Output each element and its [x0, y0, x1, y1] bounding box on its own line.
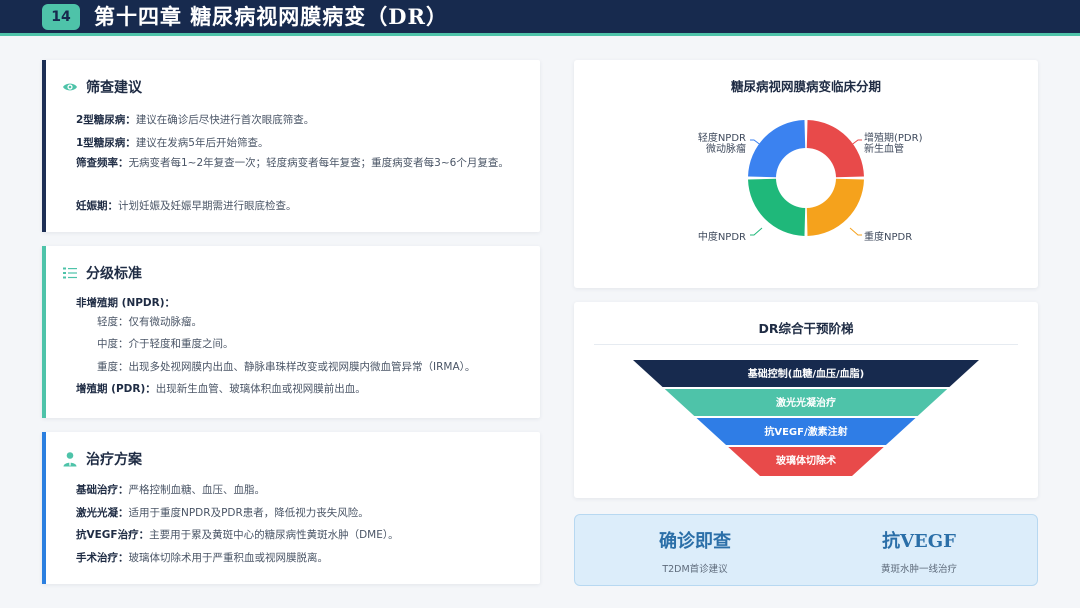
chapter-number-badge: 14 [42, 4, 80, 30]
funnel-level-antivegf-label: 抗VEGF/激素注射 [764, 425, 847, 438]
card-accent-bar [42, 60, 46, 232]
donut-label-mild: 轻度NPDR 微动脉瘤 [697, 133, 746, 155]
highlight-antivegf-value: 抗VEGF [882, 531, 956, 552]
treatment-card: 治疗方案 基础治疗：严格控制血糖、血压、血脂。 激光光凝：适用于重度NPDR及P… [42, 432, 540, 584]
donut-segment-moderate [748, 178, 806, 236]
page-title: 第十四章 糖尿病视网膜病变（DR） [94, 4, 448, 29]
leader-line-severe [849, 227, 862, 236]
screening-line-pregnancy: 妊娠期：计划妊娠及妊娠早期需进行眼底检查。 [76, 200, 297, 212]
donut-segment-pdr [806, 120, 864, 178]
highlight-box: 确诊即查 T2DM首诊建议 抗VEGF 黄斑水肿一线治疗 [574, 514, 1038, 586]
treatment-line-laser: 激光光凝：适用于重度NPDR及PDR患者，降低视力丧失风险。 [76, 507, 369, 519]
clinical-stage-panel: 糖尿病视网膜病变临床分期 增殖期(PDR) 新生血管 重度NPDR 中度NPDR … [574, 60, 1038, 288]
screening-card-header: 筛查建议 [62, 77, 142, 97]
card-accent-bar [42, 246, 46, 418]
treatment-line-antivegf: 抗VEGF治疗：主要用于累及黄斑中心的糖尿病性黄斑水肿（DME）。 [76, 529, 399, 541]
grading-npdr-severe: 重度：出现多处视网膜内出血、静脉串珠样改变或视网膜内微血管异常（IRMA）。 [97, 361, 476, 373]
funnel-level-laser-label: 激光光凝治疗 [776, 396, 836, 409]
donut-segment-mild [748, 120, 806, 178]
donut-label-pdr: 增殖期(PDR) 新生血管 [864, 133, 923, 155]
grading-pdr-line: 增殖期 (PDR)：出现新生血管、玻璃体积血或视网膜前出血。 [76, 383, 366, 395]
funnel-chart: 基础控制(血糖/血压/血脂) 激光光凝治疗抗VEGF/激素注射玻璃体切除术 [633, 360, 979, 476]
grading-npdr-moderate: 中度：介于轻度和重度之间。 [97, 338, 234, 350]
header-bar: 14 第十四章 糖尿病视网膜病变（DR） [0, 0, 1080, 36]
grading-card-header: 分级标准 [62, 263, 142, 283]
treatment-card-title: 治疗方案 [86, 452, 142, 468]
donut-chart [748, 120, 864, 236]
doctor-icon [62, 451, 78, 467]
funnel-level-basic-label: 基础控制(血糖/血压/血脂) [747, 367, 864, 380]
card-accent-bar [42, 432, 46, 584]
grading-card-title: 分级标准 [86, 266, 142, 282]
treatment-line-basic: 基础治疗：严格控制血糖、血压、血脂。 [76, 484, 265, 496]
highlight-antivegf: 抗VEGF 黄斑水肿一线治疗 [819, 527, 1019, 575]
grading-npdr-mild: 轻度：仅有微动脉瘤。 [97, 316, 202, 328]
leader-line-moderate [750, 227, 763, 236]
screening-card: 筛查建议 2型糖尿病：建议在确诊后尽快进行首次眼底筛查。 1型糖尿病：建议在发病… [42, 60, 540, 232]
donut-label-moderate: 中度NPDR [697, 232, 746, 243]
highlight-screening: 确诊即查 T2DM首诊建议 [595, 527, 795, 575]
donut-segment-severe [806, 178, 864, 236]
highlight-antivegf-caption: 黄斑水肿一线治疗 [880, 564, 957, 575]
grading-card: 分级标准 非增殖期 (NPDR)： 轻度：仅有微动脉瘤。 中度：介于轻度和重度之… [42, 246, 540, 418]
eye-icon [62, 79, 78, 95]
treatment-line-surgery: 手术治疗：玻璃体切除术用于严重积血或视网膜脱离。 [76, 552, 328, 564]
highlight-screening-value: 确诊即查 [659, 531, 731, 552]
highlight-screening-caption: T2DM首诊建议 [662, 564, 728, 575]
treatment-card-header: 治疗方案 [62, 449, 142, 469]
grading-npdr-label: 非增殖期 (NPDR)： [76, 297, 176, 309]
screening-card-title: 筛查建议 [86, 80, 142, 96]
screening-line-t1dm: 1型糖尿病：建议在发病5年后开始筛查。 [76, 137, 269, 149]
screening-line-t2dm: 2型糖尿病：建议在确诊后尽快进行首次眼底筛查。 [76, 114, 315, 126]
intervention-ladder-panel: DR综合干预阶梯 基础控制(血糖/血压/血脂) 激光光凝治疗 抗VEGF/激素注射玻… [574, 302, 1038, 498]
list-icon [62, 265, 78, 281]
donut-label-severe: 重度NPDR [864, 232, 913, 243]
screening-line-frequency: 筛查频率：无病变者每1~2年复查一次；轻度病变者每年复查；重度病变者每3~6个月… [76, 157, 509, 169]
funnel-level-vitrectomy-label: 玻璃体切除术 [776, 454, 836, 467]
